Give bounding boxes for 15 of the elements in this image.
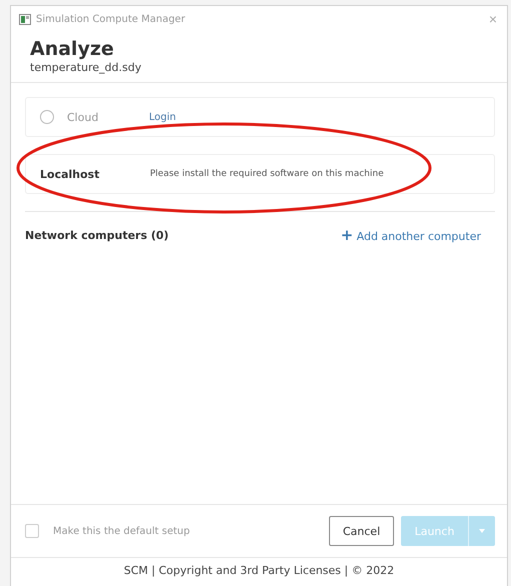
network-computers-label: Network computers (0) [25, 228, 169, 242]
install-message: Please install the required software on this machine [150, 169, 384, 179]
dialog-heading: Analyze [30, 38, 115, 60]
checkbox-label: Make this the default setup [53, 526, 190, 536]
option-label: Localhost [40, 168, 100, 180]
add-computer-link[interactable]: + Add another computer [340, 226, 481, 244]
cancel-button[interactable]: Cancel [329, 516, 394, 546]
close-button[interactable]: × [486, 11, 499, 27]
compute-option-card[interactable]: Localhost Please install the required software on this machine [25, 154, 495, 194]
option-label: Cloud [67, 110, 100, 124]
app-icon [19, 14, 31, 24]
copyright-text: SCM | Copyright and 3rd Party Licenses | © 2022 [11, 557, 507, 586]
window-title: Simulation Compute Manager [36, 14, 186, 24]
file-name: temperature_dd.sdy [30, 61, 142, 74]
caret-icon [479, 529, 485, 533]
